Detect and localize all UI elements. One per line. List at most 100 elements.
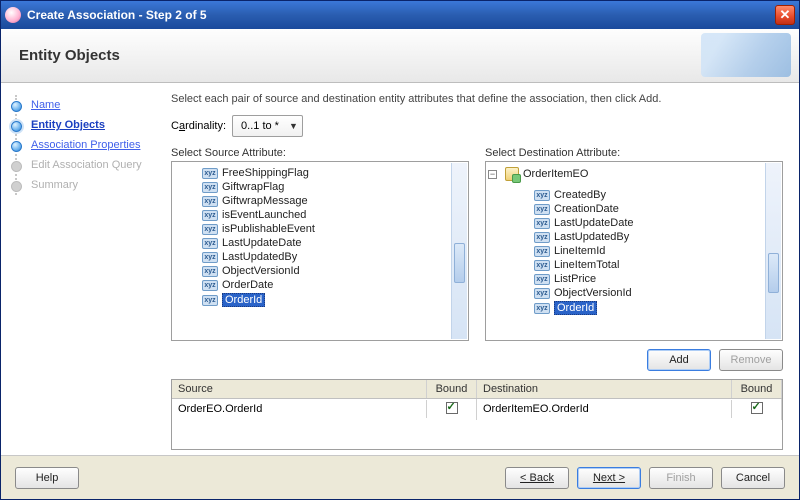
tree-item: xyzGiftwrapFlag (202, 180, 468, 194)
tree-item: xyzFreeShippingFlag (202, 166, 468, 180)
source-tree[interactable]: xyzFreeShippingFlag xyzGiftwrapFlag xyzG… (171, 161, 469, 341)
tree-item: xyzObjectVersionId (202, 264, 468, 278)
attribute-icon: xyz (202, 252, 218, 263)
cell-destination: OrderItemEO.OrderId (477, 400, 732, 418)
tree-item: xyzisPublishableEvent (202, 222, 468, 236)
attribute-icon: xyz (202, 295, 218, 306)
col-bound-src: Bound (427, 380, 477, 398)
cell-bound-src[interactable] (427, 399, 477, 420)
cell-bound-dst[interactable] (732, 399, 782, 420)
table-empty-space (172, 419, 782, 449)
step-name[interactable]: Name (17, 95, 155, 115)
app-icon (5, 7, 21, 23)
source-label: Select Source Attribute: (171, 147, 469, 159)
cardinality-row: Cardinality: 0..1 to * ▼ (171, 115, 783, 137)
destination-tree[interactable]: −OrderItemEO xyzCreatedBy xyzCreationDat… (485, 161, 783, 341)
scrollbar[interactable] (451, 163, 467, 339)
tree-item-selected: xyzOrderId (202, 292, 468, 308)
attribute-icon: xyz (534, 204, 550, 215)
attribute-icon: xyz (534, 218, 550, 229)
tree-item: xyzLastUpdateDate (202, 236, 468, 250)
back-button[interactable]: < Back (505, 467, 569, 489)
help-button[interactable]: Help (15, 467, 79, 489)
wizard-header: Entity Objects (1, 29, 799, 83)
tree-entity-node[interactable]: −OrderItemEO (508, 166, 782, 182)
step-name-link[interactable]: Name (31, 99, 60, 111)
cancel-button[interactable]: Cancel (721, 467, 785, 489)
attribute-icon: xyz (534, 232, 550, 243)
cardinality-label: Cardinality: (171, 120, 226, 132)
add-button[interactable]: Add (647, 349, 711, 371)
attribute-icon: xyz (202, 182, 218, 193)
attribute-icon: xyz (202, 210, 218, 221)
window-title: Create Association - Step 2 of 5 (27, 8, 775, 22)
attribute-icon: xyz (202, 280, 218, 291)
attribute-panels: Select Source Attribute: xyzFreeShipping… (171, 147, 783, 341)
attribute-icon: xyz (534, 288, 550, 299)
header-decoration (701, 33, 791, 77)
attribute-icon: xyz (202, 266, 218, 277)
tree-item: xyzLineItemId (534, 244, 782, 258)
page-title: Entity Objects (19, 47, 120, 64)
remove-button[interactable]: Remove (719, 349, 783, 371)
tree-item: xyzLastUpdatedBy (202, 250, 468, 264)
tree-item: xyzListPrice (534, 272, 782, 286)
step-edit-query: Edit Association Query (17, 155, 155, 175)
tree-item: xyzCreatedBy (534, 188, 782, 202)
wizard-steps-sidebar: Name Entity Objects Association Properti… (1, 83, 155, 455)
titlebar: Create Association - Step 2 of 5 ✕ (1, 1, 799, 29)
dialog-window: Create Association - Step 2 of 5 ✕ Entit… (0, 0, 800, 500)
checkbox-icon[interactable] (751, 402, 763, 414)
attribute-icon: xyz (202, 238, 218, 249)
instruction-text: Select each pair of source and destinati… (171, 93, 783, 105)
tree-item: xyzGiftwrapMessage (202, 194, 468, 208)
col-source: Source (172, 380, 427, 398)
scrollbar[interactable] (765, 163, 781, 339)
tree-item: xyzisEventLaunched (202, 208, 468, 222)
attribute-icon: xyz (202, 224, 218, 235)
entity-icon (505, 167, 519, 181)
close-button[interactable]: ✕ (775, 5, 795, 25)
tree-item-selected: xyzOrderId (534, 300, 782, 316)
finish-button[interactable]: Finish (649, 467, 713, 489)
wizard-footer: Help < Back Next > Finish Cancel (1, 455, 799, 499)
col-bound-dst: Bound (732, 380, 782, 398)
cell-source: OrderEO.OrderId (172, 400, 427, 418)
attribute-icon: xyz (534, 260, 550, 271)
attribute-icon: xyz (202, 196, 218, 207)
table-header: Source Bound Destination Bound (172, 380, 782, 399)
pairs-table: Source Bound Destination Bound OrderEO.O… (171, 379, 783, 450)
attribute-icon: xyz (534, 303, 550, 314)
tree-item: xyzCreationDate (534, 202, 782, 216)
cardinality-value: 0..1 to * (241, 120, 279, 132)
step-association-properties[interactable]: Association Properties (17, 135, 155, 155)
attribute-icon: xyz (534, 190, 550, 201)
attribute-icon: xyz (534, 274, 550, 285)
table-row[interactable]: OrderEO.OrderId OrderItemEO.OrderId (172, 399, 782, 419)
step-entity-objects-link[interactable]: Entity Objects (31, 119, 105, 131)
destination-panel: Select Destination Attribute: −OrderItem… (485, 147, 783, 341)
wizard-body: Name Entity Objects Association Properti… (1, 83, 799, 455)
attribute-icon: xyz (534, 246, 550, 257)
collapse-icon[interactable]: − (488, 170, 497, 179)
step-entity-objects[interactable]: Entity Objects (17, 115, 155, 135)
step-summary: Summary (17, 175, 155, 195)
tree-item: xyzLastUpdatedBy (534, 230, 782, 244)
step-assoc-props-link[interactable]: Association Properties (31, 139, 140, 151)
col-destination: Destination (477, 380, 732, 398)
source-panel: Select Source Attribute: xyzFreeShipping… (171, 147, 469, 341)
main-panel: Select each pair of source and destinati… (155, 83, 799, 455)
tree-item: xyzLineItemTotal (534, 258, 782, 272)
scrollbar-thumb[interactable] (768, 253, 779, 293)
add-remove-row: Add Remove (171, 341, 783, 379)
checkbox-icon[interactable] (446, 402, 458, 414)
tree-item: xyzOrderDate (202, 278, 468, 292)
next-button[interactable]: Next > (577, 467, 641, 489)
cardinality-combo[interactable]: 0..1 to * ▼ (232, 115, 303, 137)
attribute-icon: xyz (202, 168, 218, 179)
tree-item: xyzObjectVersionId (534, 286, 782, 300)
scrollbar-thumb[interactable] (454, 243, 465, 283)
destination-label: Select Destination Attribute: (485, 147, 783, 159)
chevron-down-icon: ▼ (289, 121, 298, 131)
tree-item: xyzLastUpdateDate (534, 216, 782, 230)
